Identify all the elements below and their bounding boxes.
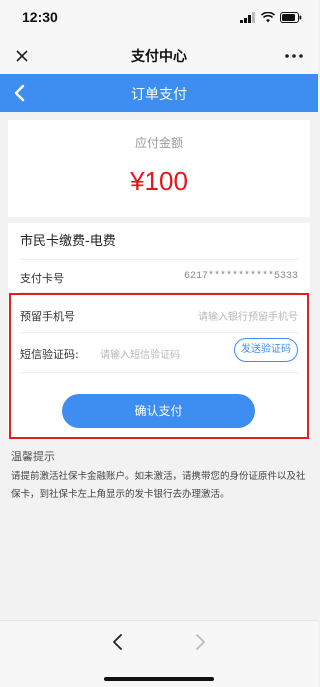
amount-label: 应付金额 xyxy=(134,136,183,150)
tips-title: 温馨提示 xyxy=(11,450,55,463)
amount-value: ¥100 xyxy=(130,166,188,196)
home-indicator xyxy=(104,677,214,681)
divider xyxy=(20,259,298,260)
card-number-label: 支付卡号 xyxy=(20,272,64,285)
tips-body: 请提前激活社保卡金融账户。如未激活，请携带您的身份证原件以及社保卡，到社保卡左上… xyxy=(11,471,306,500)
section-divider xyxy=(8,217,310,223)
page-header: 订单支付 xyxy=(0,74,318,112)
chevron-right-icon[interactable] xyxy=(190,632,210,652)
battery-icon xyxy=(280,12,302,23)
card-number-value: 6217***********5333 xyxy=(183,271,298,282)
wifi-icon xyxy=(261,12,275,23)
status-icons xyxy=(240,12,302,23)
page-title: 订单支付 xyxy=(131,87,187,103)
highlight-frame xyxy=(9,293,309,439)
merchant-name: 市民卡缴费-电费 xyxy=(20,234,116,249)
wechat-title: 支付中心 xyxy=(131,49,187,65)
status-bar: 12:30 xyxy=(0,0,318,38)
status-time: 12:30 xyxy=(22,9,58,25)
signal-icon xyxy=(240,12,255,23)
more-icon[interactable] xyxy=(284,46,304,66)
wechat-header: 支付中心 xyxy=(0,38,318,74)
chevron-left-icon[interactable] xyxy=(108,632,128,652)
